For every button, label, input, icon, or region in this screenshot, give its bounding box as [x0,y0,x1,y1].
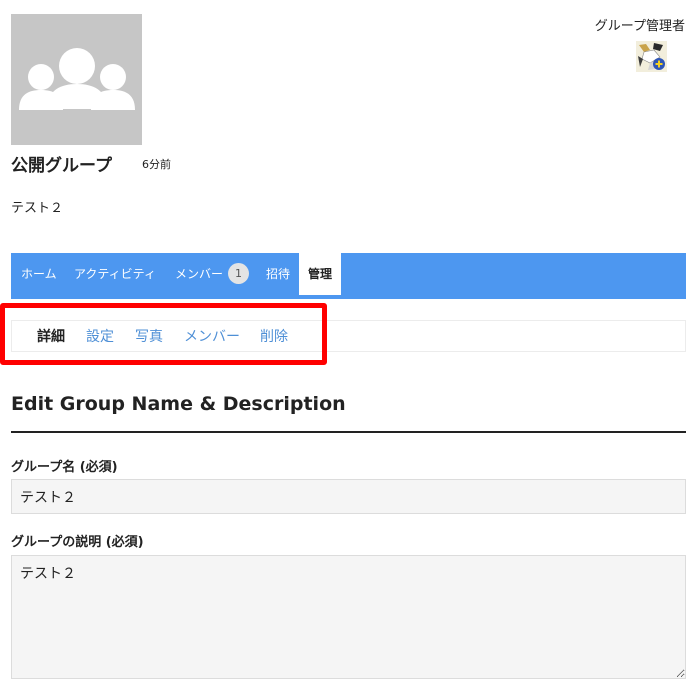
group-description: テスト２ [11,201,64,216]
member-count-badge: 1 [228,263,250,284]
nav-invite-label: 招待 [266,267,291,281]
group-description-textarea[interactable]: テスト２ [11,555,686,679]
highlight-box [0,303,327,365]
group-description-label: グループの説明 (必須) [11,535,144,550]
nav-invite[interactable]: 招待 [266,253,290,295]
group-people-icon [19,48,135,110]
nav-activity[interactable]: アクティビティ [74,253,156,295]
group-name-input[interactable] [11,479,686,514]
identicon-avatar-icon [636,41,667,72]
nav-manage-label: 管理 [308,267,333,281]
nav-home[interactable]: ホーム [21,253,57,295]
group-avatar [11,14,142,145]
nav-members[interactable]: メンバー 1 [175,253,250,295]
nav-activity-label: アクティビティ [74,267,156,281]
nav-home-label: ホーム [21,267,57,281]
nav-members-label: メンバー [175,267,224,281]
group-name-label: グループ名 (必須) [11,460,118,475]
admin-avatar[interactable] [636,41,667,72]
last-active-time: 6分前 [142,158,171,171]
group-nav: ホーム アクティビティ メンバー 1 招待 管理 [11,253,686,299]
group-admins-label: グループ管理者 [594,19,685,34]
section-title: Edit Group Name & Description [11,393,346,415]
nav-manage[interactable]: 管理 [299,253,342,295]
group-name: 公開グループ [11,156,112,176]
section-divider [11,431,686,433]
